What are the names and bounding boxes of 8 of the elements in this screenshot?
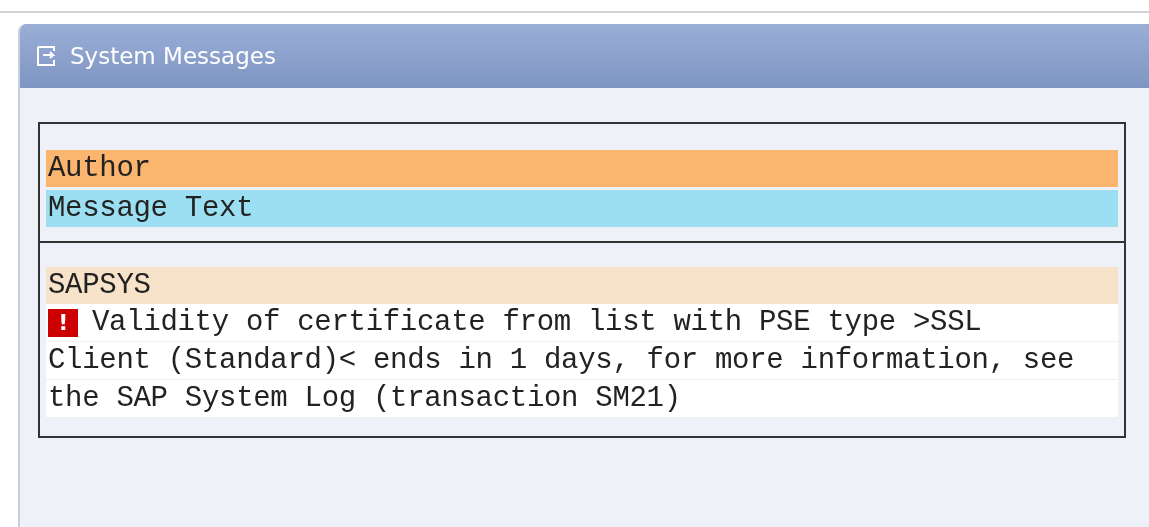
- window-title: System Messages: [70, 43, 276, 69]
- message-text: the SAP System Log (transaction SM21): [48, 381, 681, 417]
- error-icon: !: [48, 308, 78, 337]
- message-text: Client (Standard)< ends in 1 days, for more information, see: [48, 343, 1075, 379]
- column-header: Author: [46, 150, 1118, 187]
- message-text: Validity of certificate from list with PSE type >SSL: [92, 305, 982, 341]
- column-header: Message Text: [46, 190, 1118, 227]
- author-cell: SAPSYS: [46, 267, 1118, 304]
